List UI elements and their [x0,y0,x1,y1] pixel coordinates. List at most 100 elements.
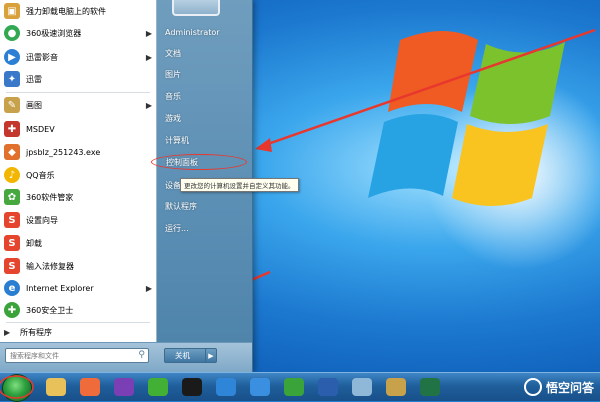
right-item-label: 默认程序 [165,201,197,211]
program-label: 设置向导 [26,215,58,225]
right-item-label: 设备 [165,180,181,190]
right-item-label: 图片 [165,69,181,79]
right-item-music[interactable]: 音乐 [161,88,249,104]
submenu-arrow-icon: ▶ [145,52,152,62]
taskbar: 悟空问答 [0,372,600,402]
wukong-logo-icon [523,378,542,396]
shutdown-options-button[interactable]: ▶ [205,348,217,363]
explorer-icon [46,378,66,396]
qq-music-icon: ♪ [4,167,20,183]
arrow-to-control-panel [261,28,596,148]
separator [6,92,150,93]
uninstall-icon: ▣ [4,3,20,19]
program-label: 迅雷影音 [26,52,58,62]
word-icon [318,378,338,396]
xunlei-icon [216,378,236,396]
program-item-uninstaller[interactable]: ▣ 强力卸载电脑上的软件 [0,0,156,22]
right-item-pictures[interactable]: 图片 [161,66,249,82]
right-item-label: 运行... [165,223,189,233]
program-label: 360安全卫士 [26,305,74,315]
right-item-label: Administrator [165,27,220,37]
right-item-label: 文档 [165,48,181,58]
taskbar-button-excel[interactable] [414,375,446,399]
program-label: jpsblz_251243.exe [26,147,101,157]
program-item-msdev[interactable]: ✚ MSDEV [0,118,156,140]
program-item-xunlei[interactable]: ✦ 迅雷 [0,68,156,90]
program-label: QQ音乐 [26,170,55,180]
taskbar-button-visual-studio[interactable] [108,375,140,399]
program-label: 迅雷 [26,74,42,84]
right-item-default-programs[interactable]: 默认程序 [161,198,249,214]
arrow-head-control-panel [255,138,272,152]
right-item-computer[interactable]: 计算机 [161,132,249,148]
program-item-uninstall[interactable]: S 卸载 [0,232,156,254]
msdev-icon: ✚ [4,121,20,137]
program-label: 360极速浏览器 [26,28,82,38]
excel-icon [420,378,440,396]
exe-icon: ◆ [4,144,20,160]
security-360-icon: ✚ [4,302,20,318]
program-label: MSDEV [26,124,55,134]
watermark-text: 悟空问答 [545,380,594,395]
right-item-documents[interactable]: 文档 [161,45,249,61]
program-item-360-software[interactable]: ✿ 360软件管家 [0,186,156,208]
browser-360-icon: ● [4,25,20,41]
all-programs-button[interactable]: ▶ 所有程序 [0,322,156,342]
right-item-label: 游戏 [165,113,181,123]
visual-studio-icon [114,378,134,396]
program-item-qq-music[interactable]: ♪ QQ音乐 [0,164,156,186]
right-item-administrator[interactable]: Administrator [161,24,249,40]
software-manager-icon: ✿ [4,189,20,205]
sogou-icon: S [4,212,20,228]
right-item-label: 控制面板 [166,157,198,167]
right-item-label: 音乐 [165,91,181,101]
taskbar-button-notepad[interactable] [346,375,378,399]
taskbar-button-360-browser[interactable] [74,375,106,399]
all-programs-arrow-icon: ▶ [4,327,11,337]
wechat-icon [148,378,168,396]
taskbar-button-xunlei[interactable] [210,375,242,399]
start-button-highlight-circle [0,375,34,399]
360-browser-icon [80,378,100,396]
watermark: 悟空问答 [523,373,594,401]
notepad-icon [352,378,372,396]
all-programs-label: 所有程序 [20,327,52,337]
program-label: 强力卸载电脑上的软件 [26,6,106,16]
right-item-games[interactable]: 游戏 [161,110,249,126]
search-icon[interactable]: ⚲ [138,350,145,360]
taskbar-button-word[interactable] [312,375,344,399]
taskbar-button-qq[interactable] [176,375,208,399]
start-menu-programs-pane: ▣ 强力卸载电脑上的软件 ● 360极速浏览器 ▶ ▶ 迅雷影音 ▶ ✦ 迅雷 … [0,0,157,342]
taskbar-button-wechat[interactable] [142,375,174,399]
submenu-arrow-icon: ▶ [145,283,152,293]
program-item-360-security[interactable]: ✚ 360安全卫士 [0,299,156,321]
desktop: ▣ 强力卸载电脑上的软件 ● 360极速浏览器 ▶ ▶ 迅雷影音 ▶ ✦ 迅雷 … [0,0,600,372]
program-item-xunlei-player[interactable]: ▶ 迅雷影音 ▶ [0,46,156,68]
program-item-paint[interactable]: ✎ 画图 ▶ [0,94,156,116]
user-avatar[interactable] [172,0,220,16]
baidu-netdisk-icon [250,378,270,396]
program-item-jpsblz[interactable]: ◆ jpsblz_251243.exe [0,141,156,163]
program-item-ime-repair[interactable]: S 输入法修复器 [0,255,156,277]
360-security-icon [284,378,304,396]
program-item-360-browser[interactable]: ● 360极速浏览器 ▶ [0,22,156,44]
sogou-icon: S [4,258,20,274]
taskbar-button-360-security[interactable] [278,375,310,399]
search-box[interactable]: ⚲ [5,348,149,363]
xunlei-icon: ✦ [4,71,20,87]
xunlei-player-icon: ▶ [4,49,20,65]
program-label: 卸载 [26,238,42,248]
taskbar-button-explorer[interactable] [40,375,72,399]
taskbar-button-baidu-netdisk[interactable] [244,375,276,399]
program-label: 360软件管家 [26,192,74,202]
submenu-arrow-icon: ▶ [145,100,152,110]
paint-icon: ✎ [4,97,20,113]
ie-icon: e [4,280,20,296]
program-item-internet-explorer[interactable]: e Internet Explorer ▶ [0,277,156,299]
taskbar-button-paint[interactable] [380,375,412,399]
right-item-run[interactable]: 运行... [161,220,249,236]
start-menu-places-pane: Administrator 文档 图片 音乐 游戏 计算机 控制面板 设备 默认… [151,0,252,342]
program-item-setup-wizard[interactable]: S 设置向导 [0,209,156,231]
search-input[interactable] [10,351,130,360]
right-item-control-panel[interactable]: 控制面板 [151,154,247,170]
